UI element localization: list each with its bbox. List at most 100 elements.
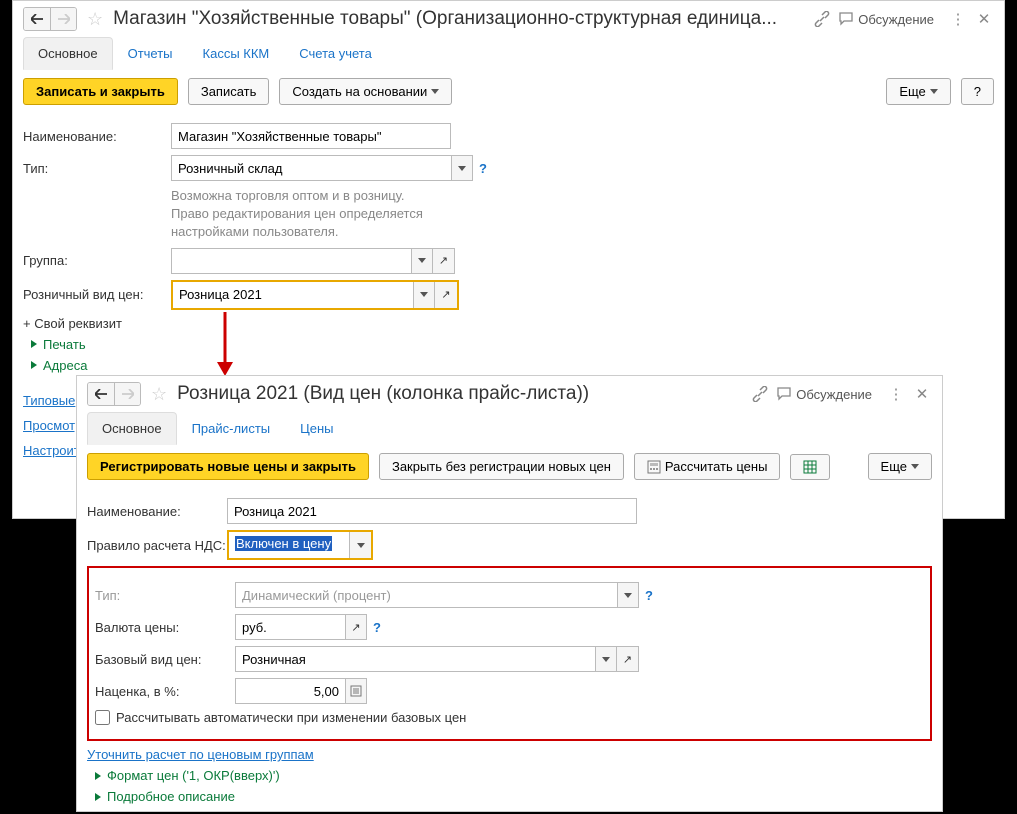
toolbar: Записать и закрыть Записать Создать на о… bbox=[13, 70, 1004, 113]
titlebar: ☆ Магазин "Хозяйственные товары" (Органи… bbox=[13, 1, 1004, 37]
highlighted-section: Тип: ? Валюта цены: ↗ ? Базовый вид цен: bbox=[87, 566, 932, 741]
link-icon[interactable] bbox=[750, 384, 770, 404]
vat-label: Правило расчета НДС: bbox=[87, 538, 227, 553]
calc-prices-button[interactable]: Рассчитать цены bbox=[634, 453, 781, 480]
more-button[interactable]: Еще bbox=[868, 453, 932, 480]
chevron-down-icon bbox=[930, 89, 938, 94]
more-button[interactable]: Еще bbox=[886, 78, 950, 105]
tab-main[interactable]: Основное bbox=[23, 37, 113, 70]
name-input[interactable] bbox=[171, 123, 451, 149]
base-open-icon[interactable]: ↗ bbox=[617, 646, 639, 672]
currency-input[interactable] bbox=[235, 614, 345, 640]
type-label: Тип: bbox=[95, 588, 235, 603]
more-icon[interactable]: ⋮ bbox=[886, 384, 906, 404]
help-button[interactable]: ? bbox=[961, 78, 994, 105]
markup-label: Наценка, в %: bbox=[95, 684, 235, 699]
tab-reports[interactable]: Отчеты bbox=[113, 37, 188, 70]
create-based-label: Создать на основании bbox=[292, 84, 427, 99]
tabs: Основное Отчеты Кассы ККМ Счета учета bbox=[13, 37, 1004, 70]
name-input[interactable] bbox=[227, 498, 637, 524]
tab-kkm[interactable]: Кассы ККМ bbox=[188, 37, 285, 70]
create-based-button[interactable]: Создать на основании bbox=[279, 78, 452, 105]
vat-dropdown-icon[interactable] bbox=[349, 532, 371, 558]
markup-input[interactable] bbox=[235, 678, 345, 704]
titlebar: ☆ Розница 2021 (Вид цен (колонка прайс-л… bbox=[77, 376, 942, 412]
base-label: Базовый вид цен: bbox=[95, 652, 235, 667]
retail-price-label: Розничный вид цен: bbox=[23, 287, 171, 302]
tabs: Основное Прайс-листы Цены bbox=[77, 412, 942, 445]
tab-pricelists[interactable]: Прайс-листы bbox=[177, 412, 286, 445]
save-close-button[interactable]: Записать и закрыть bbox=[23, 78, 178, 105]
type-input[interactable] bbox=[171, 155, 451, 181]
own-attribute-link[interactable]: + Свой реквизит bbox=[23, 316, 122, 331]
type-label: Тип: bbox=[23, 161, 171, 176]
currency-open-icon[interactable]: ↗ bbox=[345, 614, 367, 640]
chevron-down-icon bbox=[911, 464, 919, 469]
discuss-label: Обсуждение bbox=[796, 387, 872, 402]
tree-details[interactable]: Подробное описание bbox=[95, 789, 932, 804]
view-link[interactable]: Просмотр bbox=[23, 418, 82, 433]
typical-link[interactable]: Типовые bbox=[23, 393, 75, 408]
tree-print[interactable]: Печать bbox=[31, 337, 994, 352]
markup-calc-icon[interactable] bbox=[345, 678, 367, 704]
base-dropdown-icon[interactable] bbox=[595, 646, 617, 672]
currency-label: Валюта цены: bbox=[95, 620, 235, 635]
back-button[interactable] bbox=[88, 383, 114, 405]
close-noreg-button[interactable]: Закрыть без регистрации новых цен bbox=[379, 453, 624, 480]
forward-button[interactable] bbox=[50, 8, 76, 30]
form: Наименование: Тип: ? Возможна торговля о… bbox=[13, 113, 1004, 383]
close-icon[interactable]: ✕ bbox=[912, 384, 932, 404]
discuss-button[interactable]: Обсуждение bbox=[838, 11, 934, 27]
chevron-right-icon bbox=[95, 772, 101, 780]
close-icon[interactable]: ✕ bbox=[974, 9, 994, 29]
save-button[interactable]: Записать bbox=[188, 78, 270, 105]
base-input[interactable] bbox=[235, 646, 595, 672]
more-icon[interactable]: ⋮ bbox=[948, 9, 968, 29]
more-label: Еще bbox=[881, 459, 907, 474]
group-dropdown-icon[interactable] bbox=[411, 248, 433, 274]
type-dropdown-icon[interactable] bbox=[617, 582, 639, 608]
tree-format[interactable]: Формат цен ('1, ОКР(вверх)') bbox=[95, 768, 932, 783]
refine-link[interactable]: Уточнить расчет по ценовым группам bbox=[87, 747, 314, 762]
sheet-button[interactable] bbox=[790, 454, 830, 480]
form: Наименование: Правило расчета НДС: Включ… bbox=[77, 488, 942, 814]
spreadsheet-icon bbox=[803, 460, 817, 474]
type-hint: Возможна торговля оптом и в розницу. Пра… bbox=[171, 187, 994, 242]
chevron-right-icon bbox=[31, 361, 37, 369]
favorite-icon[interactable]: ☆ bbox=[151, 384, 167, 405]
forward-button[interactable] bbox=[114, 383, 140, 405]
name-label: Наименование: bbox=[23, 129, 171, 144]
auto-calc-label: Рассчитывать автоматически при изменении… bbox=[116, 710, 466, 725]
favorite-icon[interactable]: ☆ bbox=[87, 9, 103, 30]
name-label: Наименование: bbox=[87, 504, 227, 519]
window-title: Розница 2021 (Вид цен (колонка прайс-лис… bbox=[177, 383, 744, 405]
chevron-right-icon bbox=[95, 793, 101, 801]
tab-accounts[interactable]: Счета учета bbox=[284, 37, 387, 70]
register-close-button[interactable]: Регистрировать новые цены и закрыть bbox=[87, 453, 369, 480]
back-button[interactable] bbox=[24, 8, 50, 30]
retail-price-open-icon[interactable]: ↗ bbox=[435, 282, 457, 308]
currency-help-icon[interactable]: ? bbox=[373, 620, 381, 635]
retail-price-input[interactable] bbox=[173, 282, 413, 308]
vat-input[interactable]: Включен в цену bbox=[229, 532, 349, 558]
retail-price-dropdown-icon[interactable] bbox=[413, 282, 435, 308]
tree-addresses[interactable]: Адреса bbox=[31, 358, 994, 373]
link-icon[interactable] bbox=[812, 9, 832, 29]
nav-buttons bbox=[23, 7, 77, 31]
auto-calc-checkbox[interactable] bbox=[95, 710, 110, 725]
calculator-icon bbox=[647, 460, 661, 474]
group-open-icon[interactable]: ↗ bbox=[433, 248, 455, 274]
discuss-button[interactable]: Обсуждение bbox=[776, 386, 872, 402]
type-help-icon[interactable]: ? bbox=[645, 588, 653, 603]
group-label: Группа: bbox=[23, 253, 171, 268]
price-window: ☆ Розница 2021 (Вид цен (колонка прайс-л… bbox=[76, 375, 943, 812]
tab-prices[interactable]: Цены bbox=[285, 412, 348, 445]
chevron-down-icon bbox=[431, 89, 439, 94]
more-label: Еще bbox=[899, 84, 925, 99]
type-dropdown-icon[interactable] bbox=[451, 155, 473, 181]
type-help-icon[interactable]: ? bbox=[479, 161, 487, 176]
type-input[interactable] bbox=[235, 582, 617, 608]
window-title: Магазин "Хозяйственные товары" (Организа… bbox=[113, 8, 806, 30]
tab-main[interactable]: Основное bbox=[87, 412, 177, 445]
group-input[interactable] bbox=[171, 248, 411, 274]
